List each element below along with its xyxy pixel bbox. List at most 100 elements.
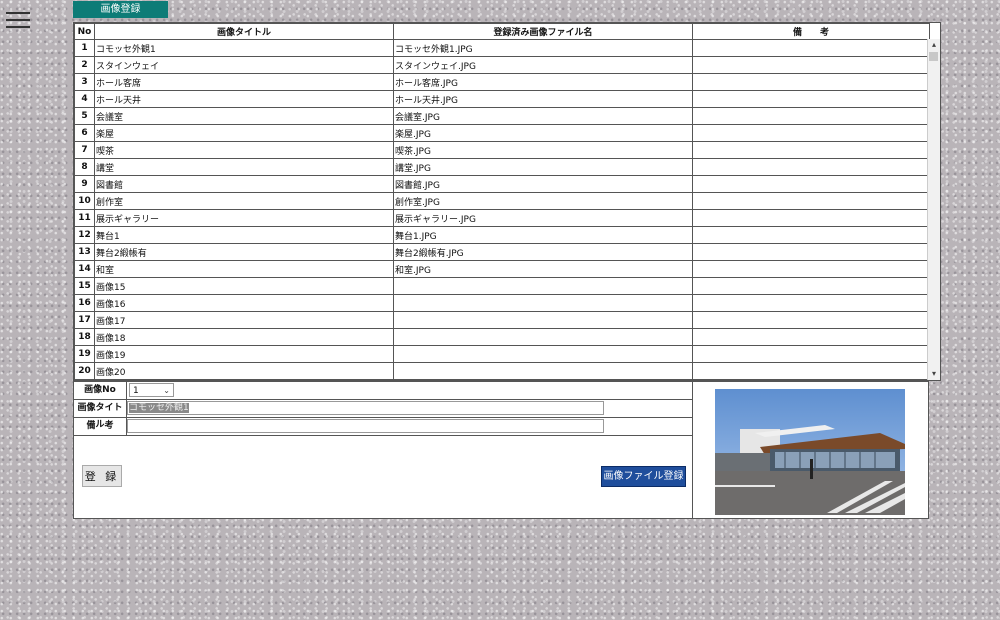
table-row[interactable]: 20 画像20 bbox=[74, 362, 930, 380]
table-row[interactable]: 3 ホール客席 ホール客席.JPG bbox=[74, 73, 930, 91]
row-no[interactable]: 8 bbox=[74, 158, 95, 176]
row-title[interactable]: 舞台2緞帳有 bbox=[94, 243, 394, 261]
note-input[interactable] bbox=[127, 419, 604, 433]
row-title[interactable]: ホール天井 bbox=[94, 90, 394, 108]
row-note[interactable] bbox=[692, 226, 930, 244]
image-file-register-button[interactable]: 画像ファイル登録 bbox=[601, 466, 686, 487]
row-no[interactable]: 15 bbox=[74, 277, 95, 295]
row-note[interactable] bbox=[692, 175, 930, 193]
row-no[interactable]: 7 bbox=[74, 141, 95, 159]
row-title[interactable]: 創作室 bbox=[94, 192, 394, 210]
row-title[interactable]: 舞台1 bbox=[94, 226, 394, 244]
row-title[interactable]: 講堂 bbox=[94, 158, 394, 176]
row-filename[interactable] bbox=[393, 345, 693, 363]
table-row[interactable]: 16 画像16 bbox=[74, 294, 930, 312]
image-title-input[interactable]: コモッセ外観1 bbox=[127, 401, 604, 415]
table-row[interactable]: 18 画像18 bbox=[74, 328, 930, 346]
table-row[interactable]: 12 舞台1 舞台1.JPG bbox=[74, 226, 930, 244]
table-row[interactable]: 14 和室 和室.JPG bbox=[74, 260, 930, 278]
row-filename[interactable]: 講堂.JPG bbox=[393, 158, 693, 176]
row-title[interactable]: 展示ギャラリー bbox=[94, 209, 394, 227]
row-no[interactable]: 18 bbox=[74, 328, 95, 346]
row-title[interactable]: ホール客席 bbox=[94, 73, 394, 91]
table-row[interactable]: 7 喫茶 喫茶.JPG bbox=[74, 141, 930, 159]
row-title[interactable]: スタインウェイ bbox=[94, 56, 394, 74]
row-title[interactable]: コモッセ外観1 bbox=[94, 39, 394, 57]
table-row[interactable]: 8 講堂 講堂.JPG bbox=[74, 158, 930, 176]
table-row[interactable]: 17 画像17 bbox=[74, 311, 930, 329]
row-filename[interactable]: 和室.JPG bbox=[393, 260, 693, 278]
row-note[interactable] bbox=[692, 328, 930, 346]
row-filename[interactable]: スタインウェイ.JPG bbox=[393, 56, 693, 74]
row-no[interactable]: 9 bbox=[74, 175, 95, 193]
row-filename[interactable]: ホール客席.JPG bbox=[393, 73, 693, 91]
row-no[interactable]: 1 bbox=[74, 39, 95, 57]
row-no[interactable]: 14 bbox=[74, 260, 95, 278]
row-filename[interactable]: 創作室.JPG bbox=[393, 192, 693, 210]
row-filename[interactable]: ホール天井.JPG bbox=[393, 90, 693, 108]
table-row[interactable]: 1 コモッセ外観1 コモッセ外観1.JPG bbox=[74, 39, 930, 57]
row-title[interactable]: 画像18 bbox=[94, 328, 394, 346]
row-no[interactable]: 13 bbox=[74, 243, 95, 261]
row-no[interactable]: 19 bbox=[74, 345, 95, 363]
row-note[interactable] bbox=[692, 209, 930, 227]
scrollbar-thumb[interactable] bbox=[929, 52, 938, 61]
row-filename[interactable]: 舞台2緞帳有.JPG bbox=[393, 243, 693, 261]
table-row[interactable]: 4 ホール天井 ホール天井.JPG bbox=[74, 90, 930, 108]
row-title[interactable]: 和室 bbox=[94, 260, 394, 278]
register-button[interactable]: 登 録 bbox=[82, 465, 122, 487]
grid-scrollbar[interactable]: ▴ ▾ bbox=[927, 39, 940, 380]
table-row[interactable]: 11 展示ギャラリー 展示ギャラリー.JPG bbox=[74, 209, 930, 227]
row-no[interactable]: 6 bbox=[74, 124, 95, 142]
scroll-up-icon[interactable]: ▴ bbox=[928, 39, 940, 51]
row-title[interactable]: 画像20 bbox=[94, 362, 394, 380]
row-filename[interactable]: 楽屋.JPG bbox=[393, 124, 693, 142]
row-filename[interactable]: 舞台1.JPG bbox=[393, 226, 693, 244]
hamburger-menu-icon[interactable] bbox=[6, 10, 30, 30]
row-no[interactable]: 4 bbox=[74, 90, 95, 108]
row-filename[interactable] bbox=[393, 277, 693, 295]
row-title[interactable]: 画像19 bbox=[94, 345, 394, 363]
table-row[interactable]: 10 創作室 創作室.JPG bbox=[74, 192, 930, 210]
row-note[interactable] bbox=[692, 158, 930, 176]
row-title[interactable]: 画像15 bbox=[94, 277, 394, 295]
row-note[interactable] bbox=[692, 141, 930, 159]
table-row[interactable]: 13 舞台2緞帳有 舞台2緞帳有.JPG bbox=[74, 243, 930, 261]
image-no-select[interactable]: 1 ⌄ bbox=[129, 383, 174, 397]
row-note[interactable] bbox=[692, 192, 930, 210]
row-note[interactable] bbox=[692, 362, 930, 380]
row-no[interactable]: 3 bbox=[74, 73, 95, 91]
row-note[interactable] bbox=[692, 124, 930, 142]
row-note[interactable] bbox=[692, 39, 930, 57]
row-note[interactable] bbox=[692, 243, 930, 261]
row-filename[interactable] bbox=[393, 328, 693, 346]
row-note[interactable] bbox=[692, 56, 930, 74]
table-row[interactable]: 2 スタインウェイ スタインウェイ.JPG bbox=[74, 56, 930, 74]
row-note[interactable] bbox=[692, 260, 930, 278]
row-filename[interactable]: 展示ギャラリー.JPG bbox=[393, 209, 693, 227]
row-no[interactable]: 17 bbox=[74, 311, 95, 329]
row-note[interactable] bbox=[692, 107, 930, 125]
row-note[interactable] bbox=[692, 294, 930, 312]
table-row[interactable]: 9 図書館 図書館.JPG bbox=[74, 175, 930, 193]
row-no[interactable]: 10 bbox=[74, 192, 95, 210]
row-no[interactable]: 2 bbox=[74, 56, 95, 74]
table-row[interactable]: 19 画像19 bbox=[74, 345, 930, 363]
row-note[interactable] bbox=[692, 90, 930, 108]
row-title[interactable]: 会議室 bbox=[94, 107, 394, 125]
table-row[interactable]: 6 楽屋 楽屋.JPG bbox=[74, 124, 930, 142]
row-title[interactable]: 喫茶 bbox=[94, 141, 394, 159]
row-filename[interactable] bbox=[393, 294, 693, 312]
row-filename[interactable]: 図書館.JPG bbox=[393, 175, 693, 193]
row-title[interactable]: 画像16 bbox=[94, 294, 394, 312]
row-no[interactable]: 16 bbox=[74, 294, 95, 312]
row-title[interactable]: 画像17 bbox=[94, 311, 394, 329]
scroll-down-icon[interactable]: ▾ bbox=[928, 368, 940, 380]
row-note[interactable] bbox=[692, 345, 930, 363]
row-no[interactable]: 12 bbox=[74, 226, 95, 244]
row-filename[interactable]: 喫茶.JPG bbox=[393, 141, 693, 159]
row-filename[interactable] bbox=[393, 362, 693, 380]
row-no[interactable]: 5 bbox=[74, 107, 95, 125]
row-note[interactable] bbox=[692, 311, 930, 329]
row-filename[interactable]: コモッセ外観1.JPG bbox=[393, 39, 693, 57]
